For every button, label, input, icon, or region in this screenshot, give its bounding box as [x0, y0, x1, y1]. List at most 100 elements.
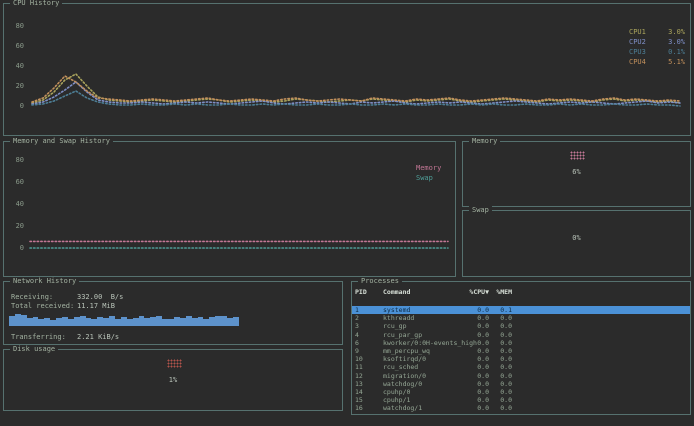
- total-received-label: Total received:: [11, 302, 77, 310]
- process-mem: 0.1: [491, 306, 512, 314]
- cpu-legend-item: CPU45.1%: [629, 57, 685, 67]
- table-row[interactable]: 10ksoftirqd/00.00.0: [352, 355, 690, 363]
- network-transferring-line: Transferring:2.21 KiB/s: [11, 333, 119, 341]
- processes-panel: Processes PIDCommand%CPU▼%MEM 1systemd0.…: [351, 281, 691, 415]
- process-mem: 0.0: [491, 314, 512, 322]
- network-history-panel: Network History Receiving:332.00 B/s Tot…: [3, 281, 343, 345]
- memory-swap-history-chart: [28, 152, 452, 266]
- y-tick-label: 80: [8, 156, 24, 164]
- receiving-value: 332.00 B/s: [77, 293, 123, 301]
- process-pid: 1: [355, 306, 381, 314]
- cpu-history-chart: [28, 18, 688, 118]
- memory-swap-legend-item: Memory: [416, 163, 441, 173]
- process-pid: 10: [355, 355, 381, 363]
- process-mem: 0.0: [491, 347, 512, 355]
- y-tick-label: 60: [8, 178, 24, 186]
- cpu-history-title: CPU History: [10, 0, 62, 8]
- network-sparkline-chart: [9, 313, 239, 326]
- process-pid: 15: [355, 396, 381, 404]
- disk-usage-panel: Disk usage 1%: [3, 349, 343, 411]
- disk-usage-dots-icon: [167, 359, 182, 368]
- process-pid: 11: [355, 363, 381, 371]
- table-row[interactable]: 6kworker/0:0H-events_high0.00.0: [352, 339, 690, 347]
- memory-swap-legend: MemorySwap: [416, 163, 441, 183]
- memory-usage-dots-icon: [570, 151, 585, 160]
- table-row[interactable]: 3rcu_gp0.00.0: [352, 322, 690, 330]
- table-row[interactable]: 11rcu_sched0.00.0: [352, 363, 690, 371]
- process-pid: 14: [355, 388, 381, 396]
- process-mem: 0.0: [491, 355, 512, 363]
- process-pid: 2: [355, 314, 381, 322]
- y-tick-label: 0: [8, 244, 24, 252]
- process-cpu: 0.0: [447, 372, 489, 380]
- process-cpu: 0.0: [447, 404, 489, 412]
- processes-table: 1systemd0.00.12kthreadd0.00.03rcu_gp0.00…: [352, 306, 690, 412]
- network-history-title: Network History: [10, 277, 79, 286]
- y-tick-label: 80: [8, 22, 24, 30]
- y-tick-label: 40: [8, 200, 24, 208]
- swap-gauge-title: Swap: [469, 206, 492, 215]
- network-bar: [233, 317, 239, 326]
- process-cpu: 0.0: [447, 339, 489, 347]
- y-tick-label: 20: [8, 222, 24, 230]
- process-mem: 0.0: [491, 331, 512, 339]
- y-tick-label: 0: [8, 102, 24, 110]
- processes-column-header[interactable]: %MEM: [491, 288, 512, 296]
- y-tick-label: 20: [8, 82, 24, 90]
- process-mem: 0.0: [491, 396, 512, 404]
- process-cpu: 0.0: [447, 306, 489, 314]
- process-cpu: 0.0: [447, 347, 489, 355]
- memory-gauge-panel: Memory 6%: [462, 141, 691, 207]
- process-pid: 3: [355, 322, 381, 330]
- process-pid: 4: [355, 331, 381, 339]
- table-row[interactable]: 12migration/00.00.0: [352, 372, 690, 380]
- table-row[interactable]: 9mm_percpu_wq0.00.0: [352, 347, 690, 355]
- transferring-label: Transferring:: [11, 333, 77, 341]
- table-row[interactable]: 2kthreadd0.00.0: [352, 314, 690, 322]
- process-pid: 9: [355, 347, 381, 355]
- process-cpu: 0.0: [447, 396, 489, 404]
- swap-gauge-panel: Swap 0%: [462, 210, 691, 277]
- process-pid: 12: [355, 372, 381, 380]
- process-pid: 16: [355, 404, 381, 412]
- total-received-value: 11.17 MiB: [77, 302, 115, 310]
- transferring-value: 2.21 KiB/s: [77, 333, 119, 341]
- process-cpu: 0.0: [447, 314, 489, 322]
- disk-usage-title: Disk usage: [10, 345, 58, 354]
- processes-column-header[interactable]: %CPU▼: [447, 288, 489, 296]
- cpu-legend-item: CPU30.1%: [629, 47, 685, 57]
- process-pid: 13: [355, 380, 381, 388]
- table-row[interactable]: 1systemd0.00.1: [352, 306, 690, 314]
- memory-swap-legend-item: Swap: [416, 173, 441, 183]
- table-row[interactable]: 16watchdog/10.00.0: [352, 404, 690, 412]
- process-cpu: 0.0: [447, 322, 489, 330]
- process-pid: 6: [355, 339, 381, 347]
- process-cpu: 0.0: [447, 388, 489, 396]
- cpu-history-panel: CPU History 806040200 CPU13.0%CPU23.0%CP…: [3, 3, 691, 136]
- process-mem: 0.0: [491, 372, 512, 380]
- table-row[interactable]: 15cpuhp/10.00.0: [352, 396, 690, 404]
- cpu-legend: CPU13.0%CPU23.0%CPU30.1%CPU45.1%: [629, 27, 685, 67]
- process-mem: 0.0: [491, 380, 512, 388]
- memory-swap-history-panel: Memory and Swap History 806040200 Memory…: [3, 141, 456, 277]
- memory-usage-value: 6%: [463, 168, 690, 176]
- y-tick-label: 60: [8, 42, 24, 50]
- processes-column-header[interactable]: PID: [355, 288, 381, 296]
- table-row[interactable]: 4rcu_par_gp0.00.0: [352, 331, 690, 339]
- cpu-legend-item: CPU23.0%: [629, 37, 685, 47]
- process-mem: 0.0: [491, 322, 512, 330]
- process-mem: 0.0: [491, 363, 512, 371]
- memory-swap-history-title: Memory and Swap History: [10, 137, 113, 146]
- processes-title: Processes: [358, 277, 402, 286]
- disk-usage-value: 1%: [4, 376, 342, 384]
- process-mem: 0.0: [491, 388, 512, 396]
- network-total-line: Total received:11.17 MiB: [11, 302, 115, 310]
- cpu-legend-item: CPU13.0%: [629, 27, 685, 37]
- table-row[interactable]: 13watchdog/00.00.0: [352, 380, 690, 388]
- process-cpu: 0.0: [447, 380, 489, 388]
- processes-header-row: PIDCommand%CPU▼%MEM: [352, 288, 690, 296]
- table-row[interactable]: 14cpuhp/00.00.0: [352, 388, 690, 396]
- memory-gauge-title: Memory: [469, 137, 500, 146]
- process-mem: 0.0: [491, 404, 512, 412]
- swap-usage-value: 0%: [463, 234, 690, 242]
